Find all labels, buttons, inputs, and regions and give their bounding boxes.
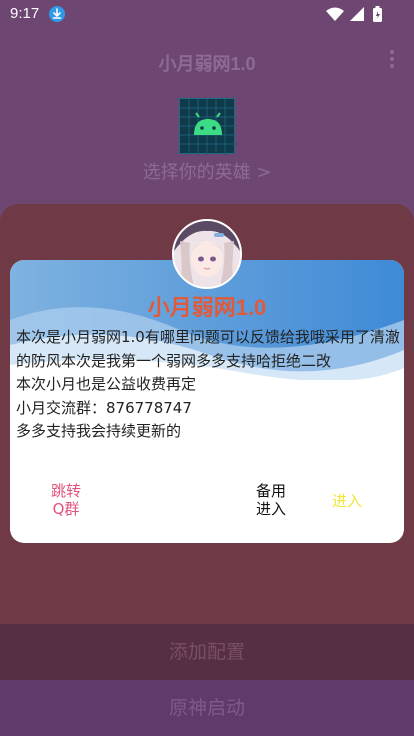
android-icon[interactable] — [179, 98, 236, 155]
backup-enter-button[interactable]: 备用进入 — [251, 482, 291, 518]
hero-select-link[interactable]: 选择你的英雄 > — [0, 158, 414, 184]
join-group-button[interactable]: 跳转Q群 — [46, 482, 86, 518]
dialog-message: 本次是小月弱网1.0有哪里问题可以反馈给我哦采用了清澈的防风本次是我第一个弱网多… — [16, 326, 400, 444]
battery-icon — [373, 6, 382, 22]
status-bar: 9:17 — [0, 0, 414, 28]
launch-button[interactable]: 原神启动 — [0, 680, 414, 736]
status-time: 9:17 — [10, 5, 40, 22]
message-line: 本次小月也是公益收费再定 — [16, 375, 197, 393]
download-badge-icon — [49, 6, 65, 22]
announcement-dialog: 小月弱网1.0 本次是小月弱网1.0有哪里问题可以反馈给我哦采用了清澈的防风本次… — [10, 260, 404, 543]
message-line: 小月交流群：876778747 — [16, 398, 192, 417]
wifi-icon — [326, 7, 344, 21]
app-bar: 小月弱网1.0 — [0, 28, 414, 92]
message-line: 多多支持我会持续更新的 — [16, 422, 182, 440]
message-line: 本次是小月弱网1.0有哪里问题可以反馈给我哦采用了清澈的防风本次是我第一个弱网多… — [16, 328, 400, 370]
signal-icon — [350, 7, 364, 21]
more-vert-icon[interactable] — [388, 50, 396, 70]
avatar — [172, 219, 242, 289]
dialog-title: 小月弱网1.0 — [147, 295, 267, 320]
add-config-button[interactable]: 添加配置 — [0, 624, 414, 680]
app-title: 小月弱网1.0 — [158, 54, 256, 74]
enter-button[interactable]: 进入 — [326, 492, 368, 510]
